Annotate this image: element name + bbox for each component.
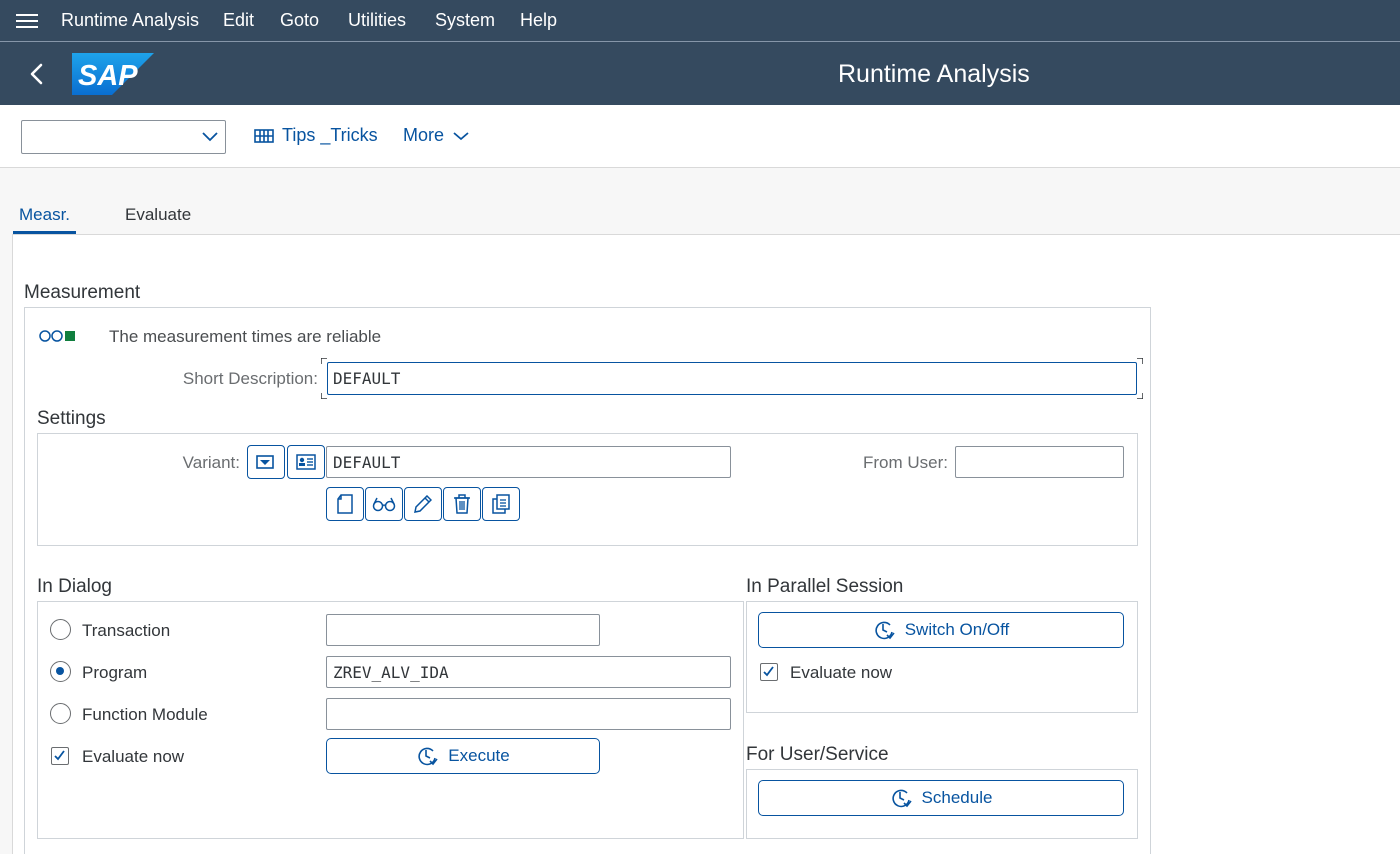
- menu-goto[interactable]: Goto: [280, 10, 319, 31]
- application-toolbar: Tips _Tricks More: [0, 105, 1400, 168]
- tab-evaluate[interactable]: Evaluate: [125, 205, 191, 225]
- program-label: Program: [82, 663, 148, 682]
- menu-bar: Runtime Analysis Edit Goto Utilities Sys…: [0, 0, 1400, 42]
- from-user-input[interactable]: [955, 446, 1124, 478]
- execute-label: Execute: [448, 746, 510, 765]
- from-user-label: From User:: [863, 453, 948, 472]
- variant-select-icon: [256, 455, 274, 469]
- variant-user-button[interactable]: [287, 445, 325, 479]
- display-variant-button[interactable]: [365, 487, 403, 521]
- edit-variant-button[interactable]: [404, 487, 442, 521]
- transaction-input[interactable]: [326, 614, 600, 646]
- dialog-evaluate-now-checkbox[interactable]: [51, 747, 69, 765]
- delete-variant-button[interactable]: [443, 487, 481, 521]
- menu-help[interactable]: Help: [520, 10, 557, 31]
- clock-switch-icon: [875, 621, 895, 640]
- menu-system[interactable]: System: [435, 10, 495, 31]
- glasses-icon: [372, 497, 396, 512]
- sap-logo: SAP: [72, 53, 154, 95]
- schedule-label: Schedule: [921, 788, 993, 807]
- status-text: The measurement times are reliable: [109, 327, 382, 346]
- short-description-label: Short Description:: [182, 369, 318, 388]
- trash-icon: [454, 494, 470, 514]
- function-module-label: Function Module: [82, 705, 208, 724]
- traffic-light-status-icon: [39, 330, 75, 342]
- in-dialog-title: In Dialog: [37, 576, 112, 597]
- measurement-title: Measurement: [24, 282, 141, 303]
- copy-variant-button[interactable]: [482, 487, 520, 521]
- user-card-icon: [296, 454, 316, 470]
- parallel-evaluate-now-checkbox[interactable]: [760, 663, 778, 681]
- function-module-input[interactable]: [326, 698, 731, 730]
- chevron-down-icon: [202, 132, 218, 142]
- checkmark-icon: [54, 750, 65, 761]
- transaction-radio[interactable]: [50, 619, 71, 640]
- variant-label: Variant:: [182, 453, 240, 472]
- transaction-label: Transaction: [82, 621, 171, 640]
- tips-tricks-label: Tips _Tricks: [282, 125, 378, 145]
- settings-title: Settings: [37, 408, 106, 429]
- create-variant-button[interactable]: [326, 487, 364, 521]
- command-field-dropdown[interactable]: [21, 120, 226, 154]
- tips-tricks-button[interactable]: Tips _Tricks: [254, 125, 378, 146]
- switch-on-off-label: Switch On/Off: [904, 620, 1010, 639]
- schedule-button[interactable]: Schedule: [758, 780, 1124, 816]
- variant-input[interactable]: DEFAULT: [326, 446, 731, 478]
- chevron-down-icon: [453, 131, 469, 140]
- back-arrow-icon[interactable]: [26, 60, 48, 88]
- svg-text:SAP: SAP: [78, 60, 138, 92]
- tab-measr[interactable]: Measr.: [19, 205, 70, 225]
- app-title: Runtime Analysis: [838, 60, 1030, 88]
- clock-schedule-icon: [891, 789, 912, 808]
- hamburger-menu-icon[interactable]: [16, 11, 40, 31]
- tips-tricks-icon: [254, 128, 274, 143]
- menu-utilities[interactable]: Utilities: [348, 10, 406, 31]
- more-label: More: [403, 125, 445, 145]
- new-document-icon: [337, 494, 353, 514]
- execute-button[interactable]: Execute: [326, 738, 600, 774]
- focus-frame: [321, 358, 1143, 399]
- parallel-evaluate-now-label: Evaluate now: [790, 663, 893, 682]
- user-service-title: For User/Service: [746, 744, 889, 765]
- checkmark-icon: [763, 666, 774, 677]
- menu-runtime-analysis[interactable]: Runtime Analysis: [61, 10, 199, 31]
- get-variant-button[interactable]: [247, 445, 285, 479]
- copy-icon: [492, 494, 510, 514]
- function-module-radio[interactable]: [50, 703, 71, 724]
- program-radio[interactable]: [50, 661, 71, 682]
- more-button[interactable]: More: [403, 125, 470, 146]
- program-input[interactable]: ZREV_ALV_IDA: [326, 656, 731, 688]
- shell-header: SAP Runtime Analysis: [0, 42, 1400, 105]
- pencil-icon: [414, 495, 432, 513]
- dialog-evaluate-now-label: Evaluate now: [82, 747, 185, 766]
- clock-execute-icon: [418, 747, 438, 766]
- switch-on-off-button[interactable]: Switch On/Off: [758, 612, 1124, 648]
- parallel-session-title: In Parallel Session: [746, 576, 904, 597]
- menu-edit[interactable]: Edit: [223, 10, 254, 31]
